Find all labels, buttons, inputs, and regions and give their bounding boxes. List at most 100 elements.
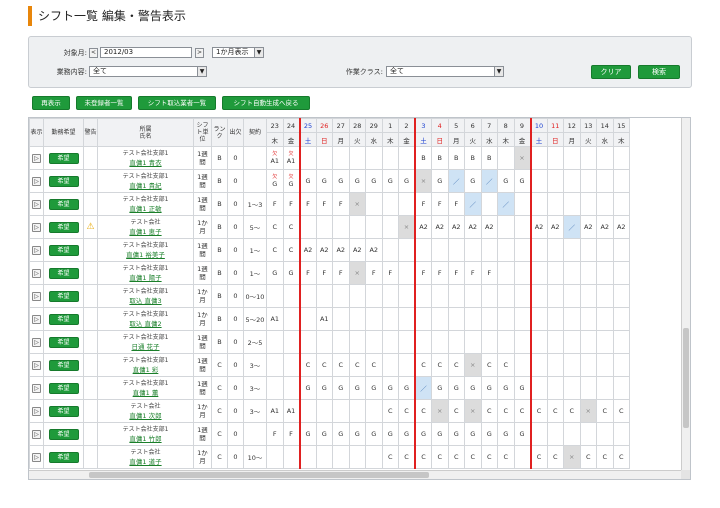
shift-cell[interactable]	[282, 445, 300, 469]
shift-cell[interactable]	[529, 307, 548, 331]
shift-cell[interactable]: C	[529, 399, 548, 423]
expand-icon[interactable]: ▷	[32, 429, 41, 439]
shift-cell[interactable]: G	[365, 169, 383, 193]
wish-button[interactable]: 希望	[48, 336, 79, 348]
shift-cell[interactable]: G	[332, 376, 350, 400]
employee-name-link[interactable]: 直傭1 道子	[99, 456, 193, 466]
shift-cell[interactable]	[480, 192, 498, 216]
scroll-thumb[interactable]	[683, 328, 689, 428]
shift-cell[interactable]	[381, 192, 399, 216]
shift-cell[interactable]: A2	[298, 238, 317, 262]
shift-cell[interactable]	[546, 261, 564, 285]
shift-cell[interactable]	[546, 307, 564, 331]
shift-cell[interactable]: G	[447, 422, 465, 446]
shift-cell[interactable]	[348, 445, 366, 469]
shift-cell[interactable]	[348, 284, 366, 308]
scroll-thumb[interactable]	[89, 472, 429, 478]
shift-cell[interactable]: C	[431, 445, 449, 469]
shift-cell[interactable]	[381, 215, 399, 239]
employee-name-link[interactable]: 直傭1 正敏	[99, 203, 193, 213]
shift-cell[interactable]: G	[513, 422, 531, 446]
shift-cell[interactable]	[480, 330, 498, 354]
shift-cell[interactable]: G	[381, 169, 399, 193]
month-input[interactable]: 2012/03	[100, 47, 192, 58]
shift-cell[interactable]	[348, 146, 366, 170]
employee-name-link[interactable]: 直傭1 青衣	[99, 157, 193, 167]
shift-cell[interactable]	[596, 169, 614, 193]
shift-cell[interactable]	[266, 376, 284, 400]
shift-cell[interactable]: C	[546, 399, 564, 423]
shift-cell[interactable]: F	[381, 261, 399, 285]
shift-cell[interactable]	[365, 399, 383, 423]
shift-cell[interactable]	[579, 307, 597, 331]
shift-cell[interactable]	[348, 307, 366, 331]
shift-cell[interactable]	[381, 307, 399, 331]
shift-cell[interactable]: A2	[431, 215, 449, 239]
shift-cell[interactable]: C	[414, 445, 432, 469]
shift-cell[interactable]: 欠 A1	[282, 146, 300, 170]
wish-button[interactable]: 希望	[48, 359, 79, 371]
shift-cell[interactable]	[365, 330, 383, 354]
shift-cell[interactable]: ×	[579, 399, 597, 423]
wish-button[interactable]: 希望	[48, 405, 79, 417]
shift-cell[interactable]: C	[431, 353, 449, 377]
shift-cell[interactable]: G	[431, 376, 449, 400]
employee-name-link[interactable]: 取込 直傭3	[99, 295, 193, 305]
shift-cell[interactable]: G	[315, 169, 333, 193]
shift-cell[interactable]: C	[348, 353, 366, 377]
shift-cell[interactable]: C	[596, 399, 614, 423]
shift-cell[interactable]: C	[381, 445, 399, 469]
shift-cell[interactable]: C	[414, 353, 432, 377]
expand-icon[interactable]: ▷	[32, 222, 41, 232]
shift-cell[interactable]	[546, 376, 564, 400]
shift-cell[interactable]: C	[480, 353, 498, 377]
shift-cell[interactable]	[612, 422, 630, 446]
shift-cell[interactable]: C	[315, 353, 333, 377]
shift-cell[interactable]	[563, 146, 581, 170]
expand-icon[interactable]: ▷	[32, 337, 41, 347]
shift-cell[interactable]: A2	[464, 215, 482, 239]
shift-cell[interactable]	[431, 238, 449, 262]
search-button[interactable]: 検索	[638, 65, 680, 79]
shift-cell[interactable]: C	[579, 445, 597, 469]
shift-cell[interactable]	[332, 215, 350, 239]
shift-cell[interactable]	[381, 284, 399, 308]
shift-cell[interactable]	[513, 307, 531, 331]
shift-cell[interactable]: ／	[464, 192, 482, 216]
shift-cell[interactable]: F	[414, 261, 432, 285]
shift-cell[interactable]: G	[381, 422, 399, 446]
employee-name-link[interactable]: 取込 直傭2	[99, 318, 193, 328]
shift-cell[interactable]: ×	[464, 399, 482, 423]
shift-cell[interactable]	[596, 422, 614, 446]
shift-cell[interactable]: A1	[282, 399, 300, 423]
shift-cell[interactable]	[480, 284, 498, 308]
shift-cell[interactable]: C	[414, 399, 432, 423]
shift-cell[interactable]	[529, 261, 548, 285]
shift-cell[interactable]: A2	[546, 215, 564, 239]
shift-cell[interactable]	[612, 261, 630, 285]
shift-cell[interactable]	[464, 284, 482, 308]
shift-cell[interactable]	[414, 307, 432, 331]
horizontal-scrollbar[interactable]	[29, 470, 682, 479]
shift-cell[interactable]: ×	[348, 192, 366, 216]
shift-cell[interactable]	[612, 146, 630, 170]
shift-cell[interactable]: G	[298, 376, 317, 400]
shift-cell[interactable]	[266, 445, 284, 469]
shift-cell[interactable]: F	[315, 192, 333, 216]
shift-cell[interactable]: F	[282, 192, 300, 216]
shift-cell[interactable]	[447, 238, 465, 262]
shift-cell[interactable]: B	[414, 146, 432, 170]
shift-cell[interactable]	[298, 399, 317, 423]
shift-cell[interactable]	[497, 215, 515, 239]
shift-cell[interactable]: ×	[348, 261, 366, 285]
shift-cell[interactable]	[266, 330, 284, 354]
shift-cell[interactable]: G	[497, 169, 515, 193]
shift-cell[interactable]: C	[282, 215, 300, 239]
shift-cell[interactable]: G	[348, 422, 366, 446]
shift-cell[interactable]: B	[447, 146, 465, 170]
shift-cell[interactable]: G	[497, 376, 515, 400]
shift-cell[interactable]: ／	[414, 376, 432, 400]
shift-cell[interactable]	[332, 399, 350, 423]
shift-cell[interactable]: C	[266, 215, 284, 239]
shift-cell[interactable]: C	[447, 399, 465, 423]
